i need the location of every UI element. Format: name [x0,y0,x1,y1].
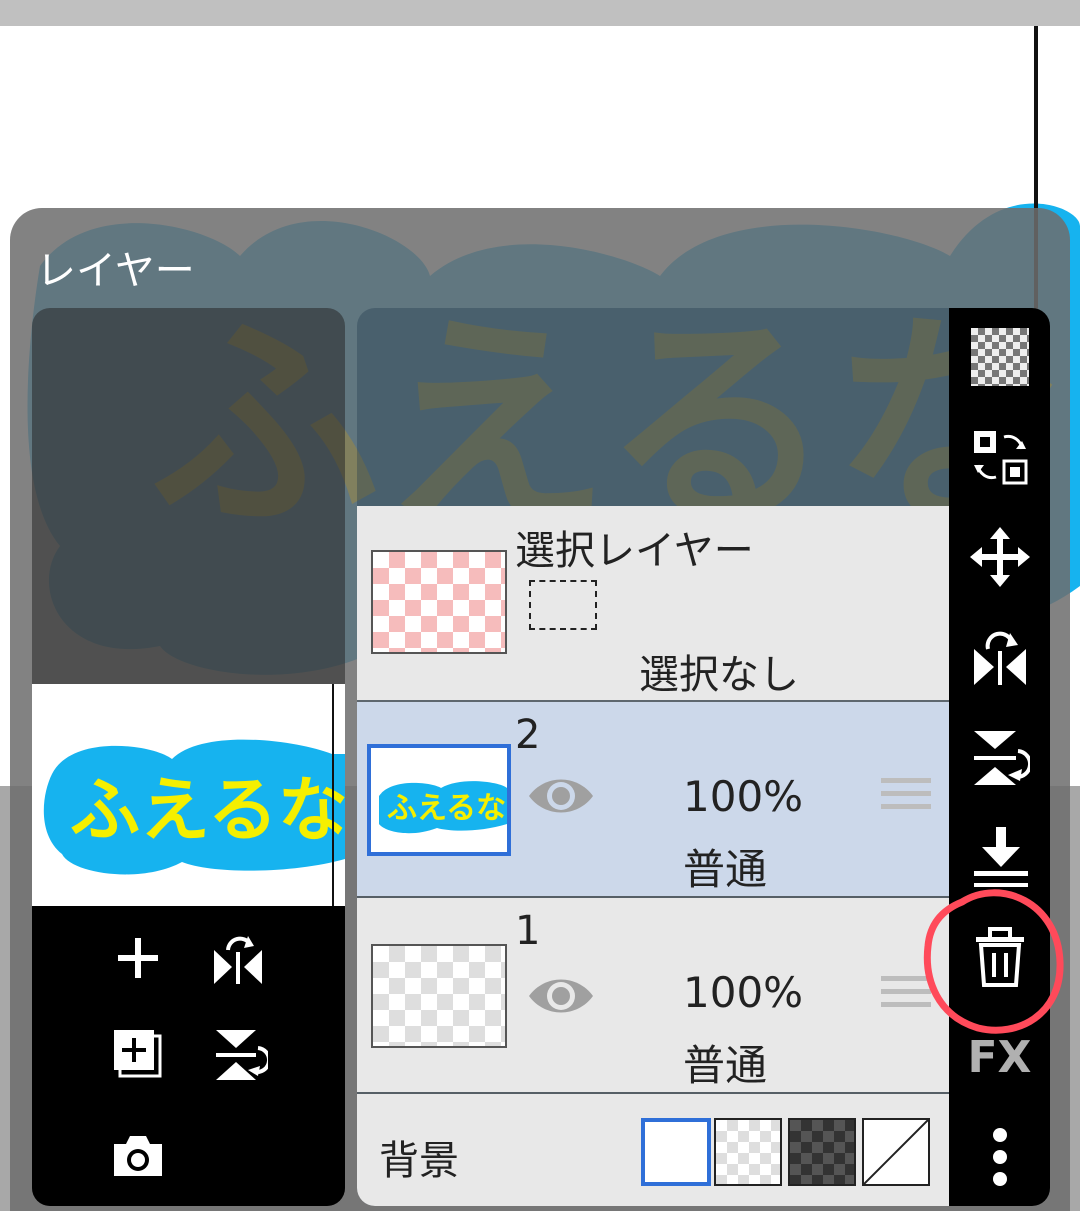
move-icon [969,527,1030,587]
layer-2-number: 2 [515,712,541,758]
layer-tools [32,906,345,1206]
flip-vertical-icon [216,1030,268,1080]
layer-2-opacity: 100% [683,772,804,821]
selection-status: 選択なし [639,652,799,698]
panel-title: レイヤー [36,248,195,294]
selection-marquee-icon [529,580,597,630]
background-none-option[interactable] [862,1118,930,1186]
layer-1-number: 1 [515,908,541,954]
selection-layer-thumbnail [371,550,507,654]
flip-horizontal-button[interactable] [949,612,1050,702]
layer-1-thumbnail [371,944,507,1048]
duplicate-layer-button[interactable] [106,1022,170,1086]
layer-2-visibility-toggle[interactable] [525,768,597,824]
selection-layer-title: 選択レイヤー [515,528,754,574]
layer-1-blend-mode: 普通 [683,1041,768,1090]
background-white-option[interactable] [641,1118,711,1186]
add-layer-button[interactable] [106,926,170,990]
layer-2-drag-handle[interactable] [881,778,931,818]
layer-1-opacity: 100% [683,968,804,1017]
more-options-button[interactable] [949,1112,1050,1202]
flip-horizontal-icon [214,936,262,984]
transparency-checker-icon [970,328,1029,386]
background-dark-checker-option[interactable] [788,1118,856,1186]
swap-layer-icon [973,431,1027,485]
canvas-top-bar [0,0,1080,26]
layer-1-visibility-toggle[interactable] [525,968,597,1024]
selection-layer-row[interactable]: 選択レイヤー 選択なし [357,506,949,700]
eye-icon [529,779,593,813]
plus-icon [118,938,158,978]
flip-layer-vertical-button[interactable] [206,1022,270,1086]
import-photo-button[interactable] [106,1124,170,1188]
preview-text: ふえるな [70,769,345,851]
flip-vertical-icon [973,731,1030,785]
swap-layer-button[interactable] [949,412,1050,502]
merge-down-icon [973,827,1028,887]
transparency-button[interactable] [949,312,1050,402]
background-light-checker-option[interactable] [714,1118,782,1186]
flip-vertical-button[interactable] [949,712,1050,802]
layer-2-blend-mode: 普通 [683,845,768,894]
eye-icon [529,979,593,1013]
flip-layer-horizontal-button[interactable] [206,926,270,990]
duplicate-layer-icon [114,1030,162,1078]
flip-horizontal-icon [973,631,1026,685]
move-layer-button[interactable] [949,512,1050,602]
layer-preview: ふえるな [32,684,345,906]
layer-row-1[interactable]: 1 100% 普通 [357,898,949,1092]
slash-icon [863,1119,929,1185]
svg-text:ふえるな: ふえるな [387,791,506,826]
more-icon [992,1128,1007,1186]
layer-2-thumbnail: ふえるな [367,744,511,856]
camera-icon [114,1136,162,1176]
background-label: 背景 [379,1138,459,1184]
layer-row-2[interactable]: ふえるな 2 100% 普通 [357,702,949,896]
highlight-circle-annotation [923,889,1064,1034]
